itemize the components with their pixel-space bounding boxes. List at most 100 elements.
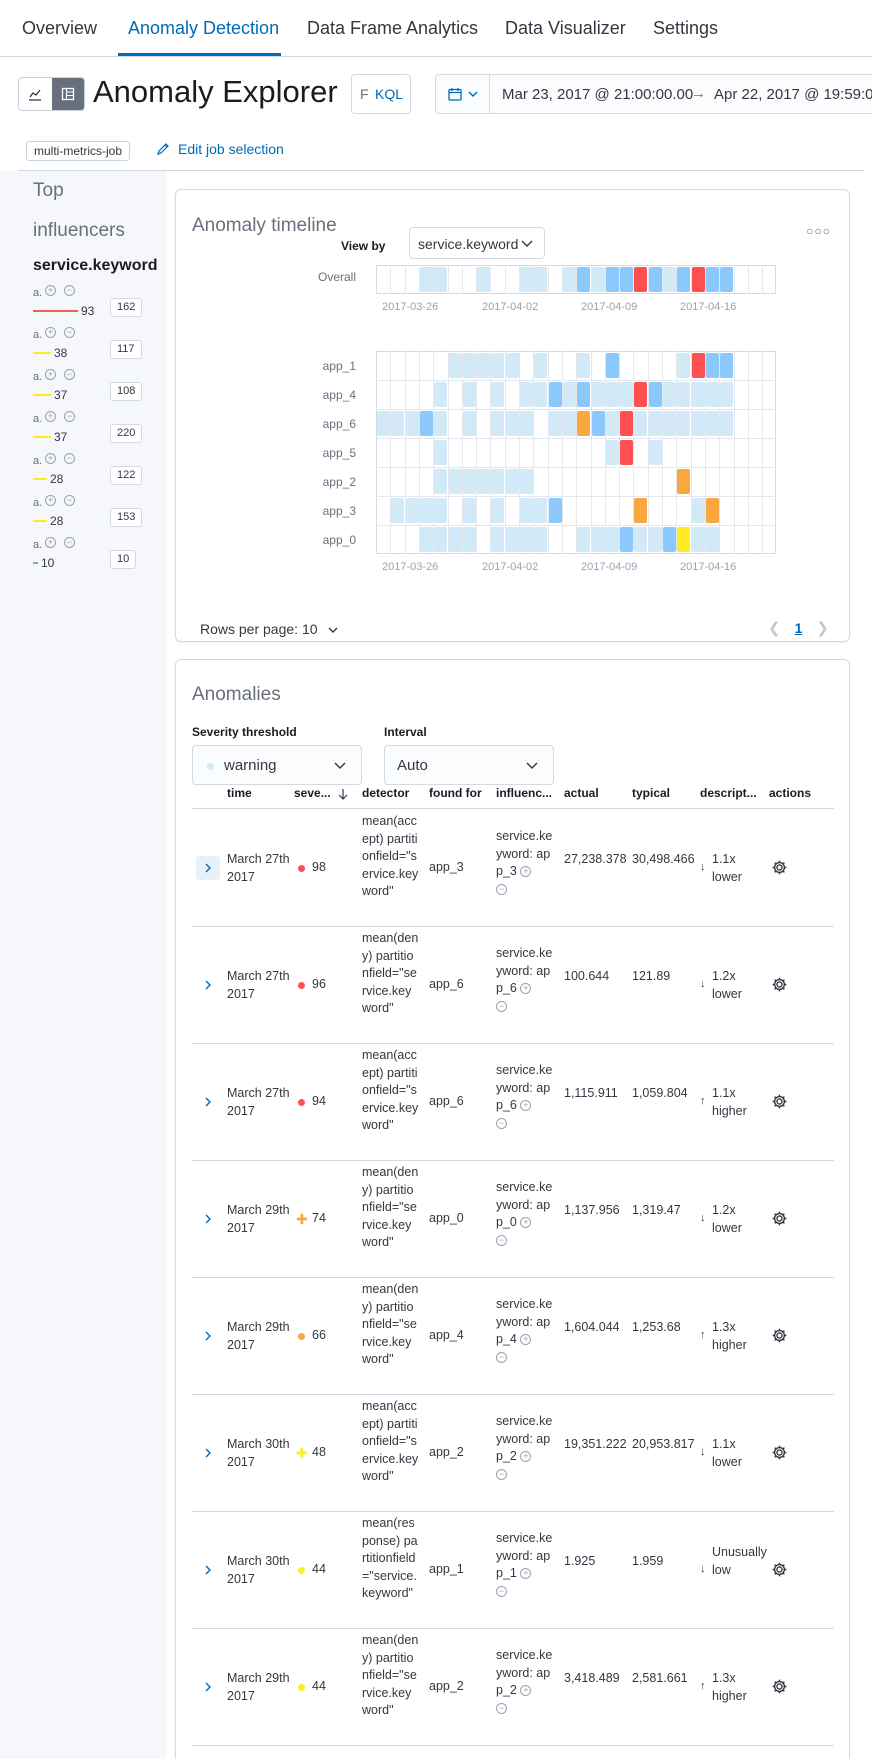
- add-filter-icon[interactable]: +: [45, 453, 56, 464]
- swimlane-cell-overall[interactable]: [634, 267, 647, 292]
- tab-data-frame-analytics[interactable]: Data Frame Analytics: [307, 18, 478, 39]
- rows-per-page-select[interactable]: Rows per page: 10: [200, 621, 339, 637]
- swimlane-cell-app_0[interactable]: [491, 527, 504, 552]
- swimlane-cell-overall[interactable]: [677, 267, 690, 292]
- influencer-value[interactable]: a.: [33, 413, 42, 425]
- swimlane-cell-app_0[interactable]: [534, 527, 547, 552]
- swimlane-cell-app_3[interactable]: [520, 498, 533, 523]
- swimlane-cell-app_3[interactable]: [706, 498, 719, 523]
- swimlane-label[interactable]: app_5: [286, 446, 356, 460]
- expand-row-button[interactable]: [196, 856, 220, 880]
- tab-settings[interactable]: Settings: [653, 18, 718, 39]
- remove-filter-icon[interactable]: −: [64, 495, 75, 506]
- swimlane-cell-overall[interactable]: [534, 267, 547, 292]
- column-header-detector[interactable]: detector: [362, 786, 409, 800]
- next-page-icon[interactable]: ❯: [816, 619, 829, 637]
- add-filter-icon[interactable]: +: [520, 1451, 532, 1463]
- tab-anomaly-detection[interactable]: Anomaly Detection: [128, 18, 279, 39]
- add-filter-icon[interactable]: +: [520, 1685, 532, 1697]
- swimlane-cell-app_0[interactable]: [434, 527, 447, 552]
- tab-data-visualizer[interactable]: Data Visualizer: [505, 18, 626, 39]
- swimlane-cell-app_3[interactable]: [634, 498, 647, 523]
- swimlane-label[interactable]: app_2: [286, 475, 356, 489]
- swimlane-cell-app_4[interactable]: [592, 382, 605, 407]
- add-filter-icon[interactable]: +: [45, 411, 56, 422]
- swimlane-cell-app_6[interactable]: [577, 411, 590, 436]
- add-filter-icon[interactable]: +: [45, 537, 56, 548]
- swimlane-cell-app_3[interactable]: [534, 498, 547, 523]
- add-filter-icon[interactable]: +: [45, 495, 56, 506]
- swimlane-cell-app_4[interactable]: [606, 382, 619, 407]
- swimlane-cell-app_4[interactable]: [706, 382, 719, 407]
- column-header-severity[interactable]: seve...: [294, 786, 349, 800]
- tab-overview[interactable]: Overview: [22, 18, 97, 39]
- swimlane-cell-app_0[interactable]: [663, 527, 676, 552]
- swimlane-cell-overall[interactable]: [706, 267, 719, 292]
- swimlane-cell-overall[interactable]: [420, 267, 433, 292]
- swimlane-cell-app_0[interactable]: [606, 527, 619, 552]
- swimlane-cell-app_5[interactable]: [620, 440, 633, 465]
- remove-filter-icon[interactable]: −: [496, 1234, 507, 1246]
- column-header-found-for[interactable]: found for: [429, 786, 482, 800]
- add-filter-icon[interactable]: +: [45, 369, 56, 380]
- swimlane-label[interactable]: app_3: [286, 504, 356, 518]
- swimlane-cell-app_6[interactable]: [677, 411, 690, 436]
- add-filter-icon[interactable]: +: [520, 866, 532, 878]
- swimlane-cell-app_4[interactable]: [520, 382, 533, 407]
- edit-job-selection-link[interactable]: Edit job selection: [156, 141, 284, 157]
- swimlane-cell-app_0[interactable]: [620, 527, 633, 552]
- remove-filter-icon[interactable]: −: [496, 1000, 507, 1012]
- remove-filter-icon[interactable]: −: [496, 1702, 507, 1714]
- swimlane-cell-app_4[interactable]: [634, 382, 647, 407]
- swimlane-cell-app_3[interactable]: [406, 498, 419, 523]
- swimlane-cell-app_4[interactable]: [434, 382, 447, 407]
- add-filter-icon[interactable]: +: [45, 285, 56, 296]
- swimlane-cell-app_6[interactable]: [649, 411, 662, 436]
- swimlane-cell-app_3[interactable]: [420, 498, 433, 523]
- remove-filter-icon[interactable]: −: [64, 369, 75, 380]
- swimlane-cell-app_4[interactable]: [491, 382, 504, 407]
- swimlane-cell-app_6[interactable]: [706, 411, 719, 436]
- swimlane-cell-app_2[interactable]: [677, 469, 690, 494]
- swimlane-cell-app_0[interactable]: [634, 527, 647, 552]
- kql-toggle[interactable]: KQL: [375, 86, 403, 102]
- swimlane-cell-app_3[interactable]: [434, 498, 447, 523]
- remove-filter-icon[interactable]: −: [64, 285, 75, 296]
- add-filter-icon[interactable]: +: [520, 1100, 532, 1112]
- add-filter-icon[interactable]: +: [520, 983, 532, 995]
- swimlane-cell-app_0[interactable]: [449, 527, 462, 552]
- swimlane-cell-app_1[interactable]: [477, 353, 490, 378]
- swimlane-cell-overall[interactable]: [434, 267, 447, 292]
- swimlane-cell-app_4[interactable]: [563, 382, 576, 407]
- swimlane-label[interactable]: app_0: [286, 533, 356, 547]
- swimlane-cell-overall[interactable]: [649, 267, 662, 292]
- swimlane-cell-app_0[interactable]: [649, 527, 662, 552]
- swimlane-cell-app_0[interactable]: [706, 527, 719, 552]
- swimlane-cell-app_4[interactable]: [663, 382, 676, 407]
- influencer-value[interactable]: a.: [33, 287, 42, 299]
- swimlane-cell-app_4[interactable]: [549, 382, 562, 407]
- swimlane-cell-app_6[interactable]: [634, 411, 647, 436]
- swimlane-cell-app_6[interactable]: [406, 411, 419, 436]
- swimlane-cell-app_1[interactable]: [677, 353, 690, 378]
- swimlane-cell-app_1[interactable]: [692, 353, 705, 378]
- severity-threshold-select[interactable]: warning: [192, 745, 362, 785]
- gear-icon[interactable]: [771, 1678, 788, 1698]
- swimlane-cell-app_3[interactable]: [463, 498, 476, 523]
- swimlane-cell-app_6[interactable]: [420, 411, 433, 436]
- influencer-value[interactable]: a.: [33, 455, 42, 467]
- date-start[interactable]: Mar 23, 2017 @ 21:00:00.00: [502, 86, 693, 103]
- swimlane-cell-app_1[interactable]: [463, 353, 476, 378]
- swimlane-cell-overall[interactable]: [563, 267, 576, 292]
- swimlane-cell-app_2[interactable]: [520, 469, 533, 494]
- swimlane-cell-app_4[interactable]: [677, 382, 690, 407]
- add-filter-icon[interactable]: +: [45, 327, 56, 338]
- swimlane-cell-app_4[interactable]: [720, 382, 733, 407]
- add-filter-icon[interactable]: +: [520, 1568, 532, 1580]
- swimlane-cell-app_0[interactable]: [577, 527, 590, 552]
- swimlane-cell-app_3[interactable]: [391, 498, 404, 523]
- remove-filter-icon[interactable]: −: [496, 1585, 507, 1597]
- swimlane-cell-app_2[interactable]: [463, 469, 476, 494]
- swimlane-cell-overall[interactable]: [592, 267, 605, 292]
- swimlane-cell-app_6[interactable]: [592, 411, 605, 436]
